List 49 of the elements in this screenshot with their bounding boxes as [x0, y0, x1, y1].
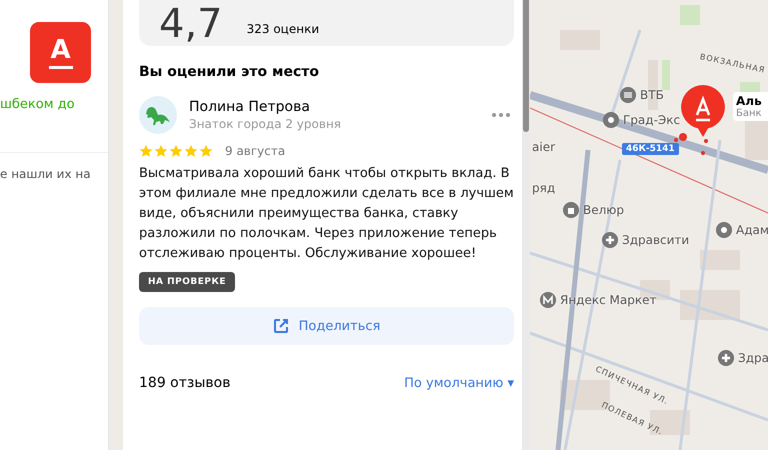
map-place-label: ВТБ [640, 88, 664, 102]
route-number-label: 46К-5141 [622, 143, 679, 155]
map-place-label: Адам [736, 223, 768, 237]
review-text: Высматривала хороший банк чтобы открыть вклад. В этом филиале мне предложили сделать все в лучшем виде, объяснили преимущества банка, ставку разложили по полочкам. Через приложение теперь отслеживаю проценты. Обслуживание хорошее! [139, 165, 514, 263]
status-badge: НА ПРОВЕРКЕ [139, 272, 236, 292]
pharmacy-icon [718, 350, 734, 366]
shopping-bag-icon [563, 202, 579, 218]
scrollbar-thumb[interactable] [523, 0, 529, 132]
map-markers-drawing [674, 133, 708, 155]
map-place-label: ряд [532, 181, 556, 195]
bank-logo: А [30, 22, 91, 83]
rating-score: 4,7 [159, 4, 223, 44]
reviews-count: 189 отзывов [139, 375, 230, 391]
building-block [700, 250, 740, 270]
avatar[interactable] [139, 96, 177, 134]
dinosaur-icon [145, 104, 171, 126]
star-icon [139, 144, 153, 158]
star-icon [199, 144, 213, 158]
market-icon [540, 292, 556, 308]
map-place-label: aier [532, 140, 556, 154]
star-icon [169, 144, 183, 158]
share-button[interactable]: Поделиться [139, 307, 514, 345]
place-icon [716, 222, 732, 238]
building-block [745, 120, 768, 160]
map-pin-icon[interactable] [680, 85, 726, 137]
bank-icon [620, 87, 636, 103]
more-options-icon[interactable] [492, 113, 510, 117]
pin-subtitle: Банк [736, 108, 762, 119]
pin-title[interactable]: Аль [736, 94, 762, 108]
review-date: 9 августа [225, 144, 286, 158]
author-name[interactable]: Полина Петрова [189, 99, 342, 115]
map-pin-label[interactable]: Аль Банк [733, 92, 768, 121]
pharmacy-icon [602, 232, 618, 248]
sort-dropdown[interactable]: По умолчанию ▾ [404, 376, 514, 390]
info-text: е нашли их на [0, 167, 92, 181]
author-level: Знаток города 2 уровня [189, 117, 342, 131]
park-area [662, 60, 670, 90]
rating-count: 323 оценки [246, 22, 320, 36]
map-place-label: Здравсити [622, 233, 690, 247]
share-icon [272, 318, 289, 334]
place-icon [603, 112, 619, 128]
park-area [680, 5, 700, 25]
star-icon [154, 144, 168, 158]
map-place-label: Яндекс Маркет [560, 293, 656, 307]
star-icon [184, 144, 198, 158]
section-heading: Вы оценили это место [139, 64, 320, 80]
map-place-label: Град-Экс [623, 113, 680, 127]
map-place-label: Велюр [583, 203, 624, 217]
map-place-label: Здра [738, 351, 768, 365]
